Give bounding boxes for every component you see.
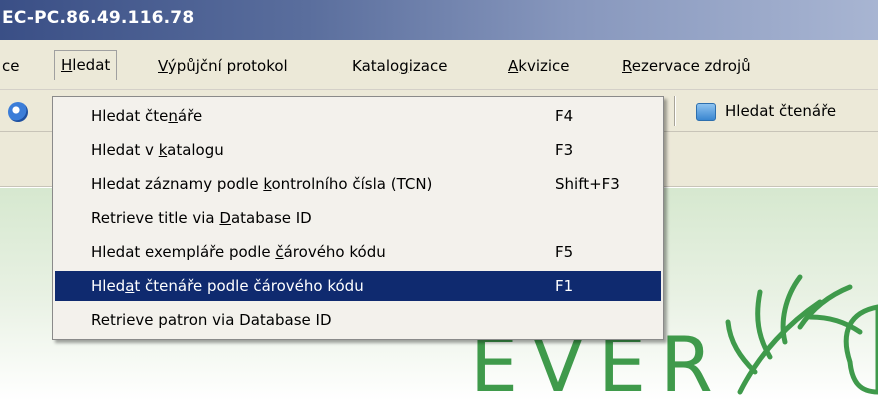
label-part: Hled [91, 277, 126, 295]
menu-item-label: Hledat exempláře podle čárového kódu [91, 237, 386, 267]
evergreen-leaf-icon [725, 274, 878, 395]
menu-item-shortcut: F3 [555, 141, 574, 159]
menu-item-label: Hledat čtenáře [91, 101, 202, 131]
menu-item-hledat-ctenare[interactable]: Hledat čtenáře F4 [55, 101, 661, 131]
menu-item-hledat-zaznamy-tcn[interactable]: Hledat záznamy podle kontrolního čísla (… [55, 169, 661, 199]
accelerator-key: R [622, 57, 632, 75]
label-part: kvizice [518, 57, 570, 75]
toolbar-separator [674, 96, 676, 126]
menu-item-label: Retrieve title via Database ID [91, 203, 312, 233]
accelerator-key: D [219, 209, 231, 227]
menu-item-shortcut: F1 [555, 277, 574, 295]
label-part: Hledat záznamy podle [91, 175, 264, 193]
label-part: izace [408, 57, 448, 75]
menu-item-retrieve-title-db-id[interactable]: Retrieve title via Database ID [55, 203, 661, 233]
accelerator-key: A [508, 57, 519, 75]
accelerator-key: k [158, 141, 168, 159]
menu-item-label: Hledat v katalogu [91, 135, 224, 165]
menu-item-shortcut: F5 [555, 243, 574, 261]
menu-item-rezervace-zdroju[interactable]: Rezervace zdrojů [622, 54, 751, 78]
hledat-dropdown-menu: Hledat čtenáře F4 Hledat v katalogu F3 H… [52, 96, 664, 340]
label-part: ontrolního čísla (TCN) [271, 175, 433, 193]
menu-item-hledat[interactable]: Hledat [54, 50, 118, 80]
menu-item-hledat-v-katalogu[interactable]: Hledat v katalogu F3 [55, 135, 661, 165]
label-part: Retrieve title via [91, 209, 220, 227]
accelerator-key: g [399, 57, 409, 75]
menu-item-hledat-ctenare-carovy-kod[interactable]: Hledat čtenáře podle čárového kódu F1 [55, 271, 661, 301]
label-part: árového kódu [283, 243, 386, 261]
globe-icon[interactable] [8, 102, 28, 122]
patron-search-icon[interactable] [696, 103, 716, 121]
label-part: áře [177, 107, 203, 125]
label-part: atalogu [167, 141, 224, 159]
menu-item-hledat-exemplare-carovy-kod[interactable]: Hledat exempláře podle čárového kódu F5 [55, 237, 661, 267]
menu-item-retrieve-patron-db-id[interactable]: Retrieve patron via Database ID [55, 305, 661, 335]
title-bar: EC-PC.86.49.116.78 [0, 0, 878, 40]
menu-item-vypujcni-protokol[interactable]: Výpůjční protokol [158, 54, 288, 78]
menu-item-akvizice[interactable]: Akvizice [508, 54, 570, 78]
label-part: Hledat čte [91, 107, 169, 125]
menu-item-label: Hledat záznamy podle kontrolního čísla (… [91, 169, 432, 199]
menu-item-shortcut: F4 [555, 107, 574, 125]
label-part: ledat [72, 56, 111, 74]
label-part: ezervace zdrojů [631, 57, 751, 75]
menu-bar: ce Hledat Výpůjční protokol Katalogizace… [0, 40, 878, 90]
label-part: Hledat exempláře podle [91, 243, 276, 261]
accelerator-key: n [168, 107, 178, 125]
label-part: Retrieve patron via Database ID [91, 311, 332, 329]
label-part: atabase ID [230, 209, 312, 227]
accelerator-key: H [61, 56, 73, 74]
label-part: t čtenáře podle čárového kódu [134, 277, 364, 295]
accelerator-key: č [275, 243, 284, 261]
label-part: ýpůjční protokol [167, 57, 288, 75]
window-title: EC-PC.86.49.116.78 [2, 8, 195, 28]
menu-item-sluzby[interactable]: ce [2, 54, 19, 78]
label-part: ce [2, 57, 20, 75]
label-part: Katalo [352, 57, 400, 75]
accelerator-key: V [158, 57, 168, 75]
patron-search-button-label[interactable]: Hledat čtenáře [725, 102, 836, 120]
menu-item-katalogizace[interactable]: Katalogizace [352, 54, 447, 78]
menu-item-label: Retrieve patron via Database ID [91, 305, 332, 335]
label-part: Hledat v [91, 141, 159, 159]
menu-item-shortcut: Shift+F3 [555, 175, 620, 193]
menu-item-label: Hledat čtenáře podle čárového kódu [91, 271, 364, 301]
